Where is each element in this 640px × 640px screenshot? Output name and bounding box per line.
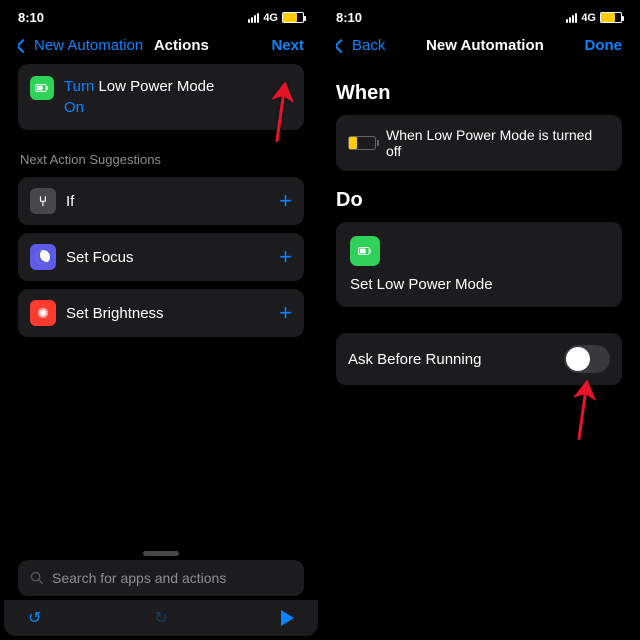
done-button[interactable]: Done	[584, 37, 622, 54]
action-state: On	[64, 99, 84, 116]
status-bar: 8:10 4G	[322, 4, 636, 27]
ask-before-running-row: Ask Before Running	[336, 333, 622, 385]
sparkle-icon: ✺	[30, 300, 56, 326]
suggestion-if[interactable]: ⑂ If +	[18, 177, 304, 225]
back-button[interactable]: Back	[336, 37, 385, 54]
suggestion-brightness[interactable]: ✺ Set Brightness +	[18, 289, 304, 337]
network-label: 4G	[581, 12, 596, 24]
toolbar: ↺ ↻	[4, 600, 318, 636]
action-object: Low Power Mode	[98, 78, 214, 95]
add-icon[interactable]: +	[279, 300, 292, 326]
nav-bar: New Automation Actions Next	[4, 27, 318, 64]
add-icon[interactable]: +	[279, 188, 292, 214]
add-icon[interactable]: +	[279, 244, 292, 270]
signal-icon	[248, 13, 259, 23]
when-header: When	[336, 82, 622, 105]
battery-icon	[282, 12, 304, 23]
back-button[interactable]: New Automation	[18, 37, 143, 54]
search-input[interactable]: Search for apps and actions	[18, 560, 304, 596]
low-power-icon	[350, 236, 380, 266]
action-verb: Turn	[64, 78, 94, 95]
low-power-icon	[30, 76, 54, 100]
nav-title: Actions	[154, 37, 209, 54]
suggestion-focus[interactable]: Set Focus +	[18, 233, 304, 281]
phone-left: 8:10 4G New Automation Actions Next Turn…	[4, 4, 318, 636]
battery-icon	[600, 12, 622, 23]
status-time: 8:10	[336, 10, 362, 25]
ask-toggle[interactable]	[564, 345, 610, 373]
phone-right: 8:10 4G Back New Automation Done When Wh…	[322, 4, 636, 636]
chevron-left-icon	[336, 38, 348, 52]
do-header: Do	[336, 189, 622, 212]
do-action-card[interactable]: Set Low Power Mode	[336, 222, 622, 307]
search-icon	[30, 571, 44, 585]
signal-icon	[566, 13, 577, 23]
next-button[interactable]: Next	[271, 37, 304, 54]
suggestions-header: Next Action Suggestions	[18, 152, 304, 167]
battery-low-icon	[348, 136, 376, 150]
undo-button[interactable]: ↺	[28, 608, 41, 628]
trigger-row[interactable]: When Low Power Mode is turned off	[336, 115, 622, 171]
branch-icon: ⑂	[30, 188, 56, 214]
drag-handle[interactable]	[143, 551, 179, 556]
nav-title: New Automation	[426, 37, 544, 54]
nav-bar: Back New Automation Done	[322, 27, 636, 64]
action-card[interactable]: Turn Low Power Mode On	[18, 64, 304, 130]
moon-icon	[30, 244, 56, 270]
network-label: 4G	[263, 12, 278, 24]
status-bar: 8:10 4G	[4, 4, 318, 27]
status-time: 8:10	[18, 10, 44, 25]
chevron-left-icon	[18, 38, 30, 52]
redo-button[interactable]: ↻	[155, 608, 168, 628]
run-button[interactable]	[281, 610, 294, 626]
